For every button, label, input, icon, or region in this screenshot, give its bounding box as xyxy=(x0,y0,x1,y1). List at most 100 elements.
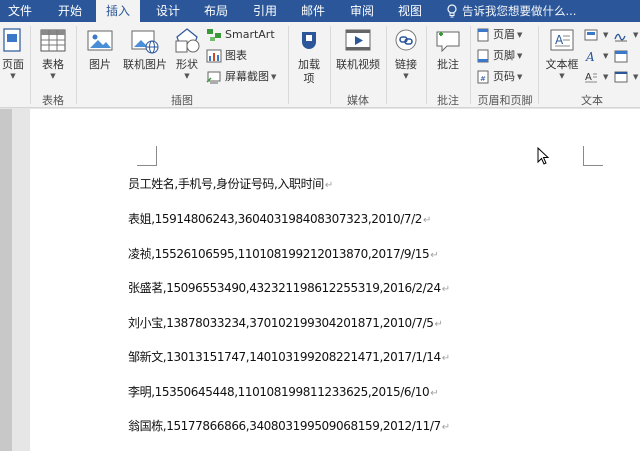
header-button[interactable]: 页眉 ▼ xyxy=(476,26,522,44)
wordart-icon: A xyxy=(585,50,595,64)
textbox-icon: A xyxy=(547,26,577,56)
footer-icon xyxy=(477,49,489,63)
page-number-label: 页码 xyxy=(493,70,515,83)
header-label: 页眉 xyxy=(493,28,515,41)
group-label-illustrations: 插图 xyxy=(171,94,193,107)
page-number-button[interactable]: # 页码 ▼ xyxy=(476,68,522,86)
mouse-pointer-icon xyxy=(537,147,550,165)
chevron-down-icon: ▼ xyxy=(603,31,609,39)
paragraph-row[interactable]: 表姐,15914806243,360403198408307323,2010/7… xyxy=(128,210,431,227)
tab-references[interactable]: 引用 xyxy=(243,0,287,22)
paragraph-mark: ↵ xyxy=(422,215,431,226)
paragraph-row[interactable]: 邹新文,13013151747,140103199208221471,2017/… xyxy=(128,348,450,365)
divider xyxy=(386,26,387,104)
paragraph-row[interactable]: 刘小宝,13878033234,370102199304201871,2010/… xyxy=(128,314,443,331)
smartart-label: SmartArt xyxy=(225,28,275,41)
tab-mailings[interactable]: 邮件 xyxy=(291,0,335,22)
links-button[interactable]: 链接 ▼ xyxy=(390,26,422,81)
paragraph-text: 表姐,15914806243,360403198408307323,2010/7… xyxy=(128,212,422,226)
chart-icon xyxy=(206,49,222,63)
pages-button[interactable]: 页面 ▼ xyxy=(0,26,26,81)
smartart-button[interactable]: SmartArt xyxy=(206,26,275,44)
tab-home[interactable]: 开始 xyxy=(48,0,92,22)
tell-me-text: 告诉我您想要做什么... xyxy=(462,4,577,18)
textbox-label: 文本框 xyxy=(545,58,579,71)
signature-line-button[interactable]: ▼ xyxy=(614,26,638,44)
svg-text:#: # xyxy=(480,75,486,83)
table-label: 表格 xyxy=(42,58,64,71)
chart-button[interactable]: 图表 xyxy=(206,47,247,65)
tab-design[interactable]: 设计 xyxy=(146,0,190,22)
paragraph-text: 刘小宝,13878033234,370102199304201871,2010/… xyxy=(128,316,434,330)
chevron-down-icon: ▼ xyxy=(633,31,639,39)
paragraph-text: 张盛茗,15096553490,432321198612255319,2016/… xyxy=(128,281,441,295)
paragraph-text: 员工姓名,手机号,身份证号码,入职时间 xyxy=(128,177,324,191)
svg-text:A: A xyxy=(585,72,592,83)
svg-text:A: A xyxy=(555,33,564,47)
chevron-down-icon: ▼ xyxy=(184,72,190,80)
tab-view[interactable]: 视图 xyxy=(388,0,432,22)
paragraph-header[interactable]: 员工姓名,手机号,身份证号码,入职时间↵ xyxy=(128,175,333,192)
datetime-button[interactable] xyxy=(614,47,631,65)
signature-icon xyxy=(614,33,627,42)
calendar-icon xyxy=(614,50,628,63)
chevron-down-icon: ▼ xyxy=(517,52,523,60)
paragraph-text: 邹新文,13013151747,140103199208221471,2017/… xyxy=(128,350,441,364)
picture-button[interactable]: 图片 xyxy=(80,26,120,72)
group-label-table: 表格 xyxy=(42,94,64,107)
video-icon xyxy=(343,26,373,56)
drop-cap-button[interactable]: A ▼ xyxy=(584,68,608,86)
online-picture-button[interactable]: 联机图片 xyxy=(120,26,170,72)
chevron-down-icon: ▼ xyxy=(603,52,609,60)
link-icon xyxy=(391,26,421,56)
divider xyxy=(538,26,539,104)
divider xyxy=(330,26,331,104)
shapes-button[interactable]: 形状 ▼ xyxy=(170,26,204,81)
paragraph-text: 凌祯,15526106595,110108199212013870,2017/9… xyxy=(128,247,430,261)
wordart-button[interactable]: A ▼ xyxy=(584,47,608,65)
group-label-media: 媒体 xyxy=(347,94,369,107)
divider xyxy=(30,26,31,104)
paragraph-mark: ↵ xyxy=(430,250,439,261)
comment-button[interactable]: 批注 xyxy=(430,26,466,72)
paragraph-row[interactable]: 张盛茗,15096553490,432321198612255319,2016/… xyxy=(128,279,450,296)
addins-button[interactable]: 加载 项 xyxy=(292,26,326,86)
paragraph-row[interactable]: 凌祯,15526106595,110108199212013870,2017/9… xyxy=(128,245,439,262)
chevron-down-icon: ▼ xyxy=(10,72,16,80)
ribbon-insert: 页面 ▼ 表格 ▼ 表格 图片 联机图片 形状 ▼ SmartArt 图表 屏幕… xyxy=(0,22,640,108)
crop-mark-top-left xyxy=(137,146,157,166)
crop-mark-top-right xyxy=(583,146,603,166)
document-page[interactable]: 员工姓名,手机号,身份证号码,入职时间↵ 表姐,15914806243,3604… xyxy=(30,109,640,451)
lightbulb-icon xyxy=(447,4,457,18)
tab-insert[interactable]: 插入 xyxy=(96,0,140,22)
paragraph-row[interactable]: 李明,15350645448,110108199811233625,2015/6… xyxy=(128,383,439,400)
tab-review[interactable]: 审阅 xyxy=(340,0,384,22)
comment-label: 批注 xyxy=(437,58,459,71)
tab-file[interactable]: 文件 xyxy=(0,0,40,22)
textbox-button[interactable]: A 文本框 ▼ xyxy=(542,26,582,81)
quick-parts-button[interactable]: ▼ xyxy=(584,26,608,44)
divider xyxy=(470,26,471,104)
footer-button[interactable]: 页脚 ▼ xyxy=(476,47,522,65)
group-label-text: 文本 xyxy=(581,94,603,107)
tab-layout[interactable]: 布局 xyxy=(194,0,238,22)
footer-label: 页脚 xyxy=(493,49,515,62)
paragraph-text: 翁国栋,15177866866,340803199509068159,2012/… xyxy=(128,419,441,433)
store-icon xyxy=(294,26,324,56)
chevron-down-icon: ▼ xyxy=(517,73,523,81)
table-button[interactable]: 表格 ▼ xyxy=(34,26,72,81)
paragraph-row[interactable]: 翁国栋,15177866866,340803199509068159,2012/… xyxy=(128,417,450,434)
pages-label: 页面 xyxy=(2,58,24,71)
svg-text:A: A xyxy=(585,50,595,63)
tell-me-box[interactable]: 告诉我您想要做什么... xyxy=(446,0,576,22)
online-video-button[interactable]: 联机视频 xyxy=(334,26,382,72)
screenshot-label: 屏幕截图 xyxy=(225,70,269,83)
object-button[interactable]: ▼ xyxy=(614,68,638,86)
group-label-comments: 批注 xyxy=(437,94,459,107)
screenshot-button[interactable]: 屏幕截图 ▼ xyxy=(206,68,276,86)
group-label-header-footer: 页眉和页脚 xyxy=(477,94,533,107)
comment-icon xyxy=(433,26,463,56)
picture-icon xyxy=(85,26,115,56)
chevron-down-icon: ▼ xyxy=(50,72,56,80)
divider xyxy=(288,26,289,104)
